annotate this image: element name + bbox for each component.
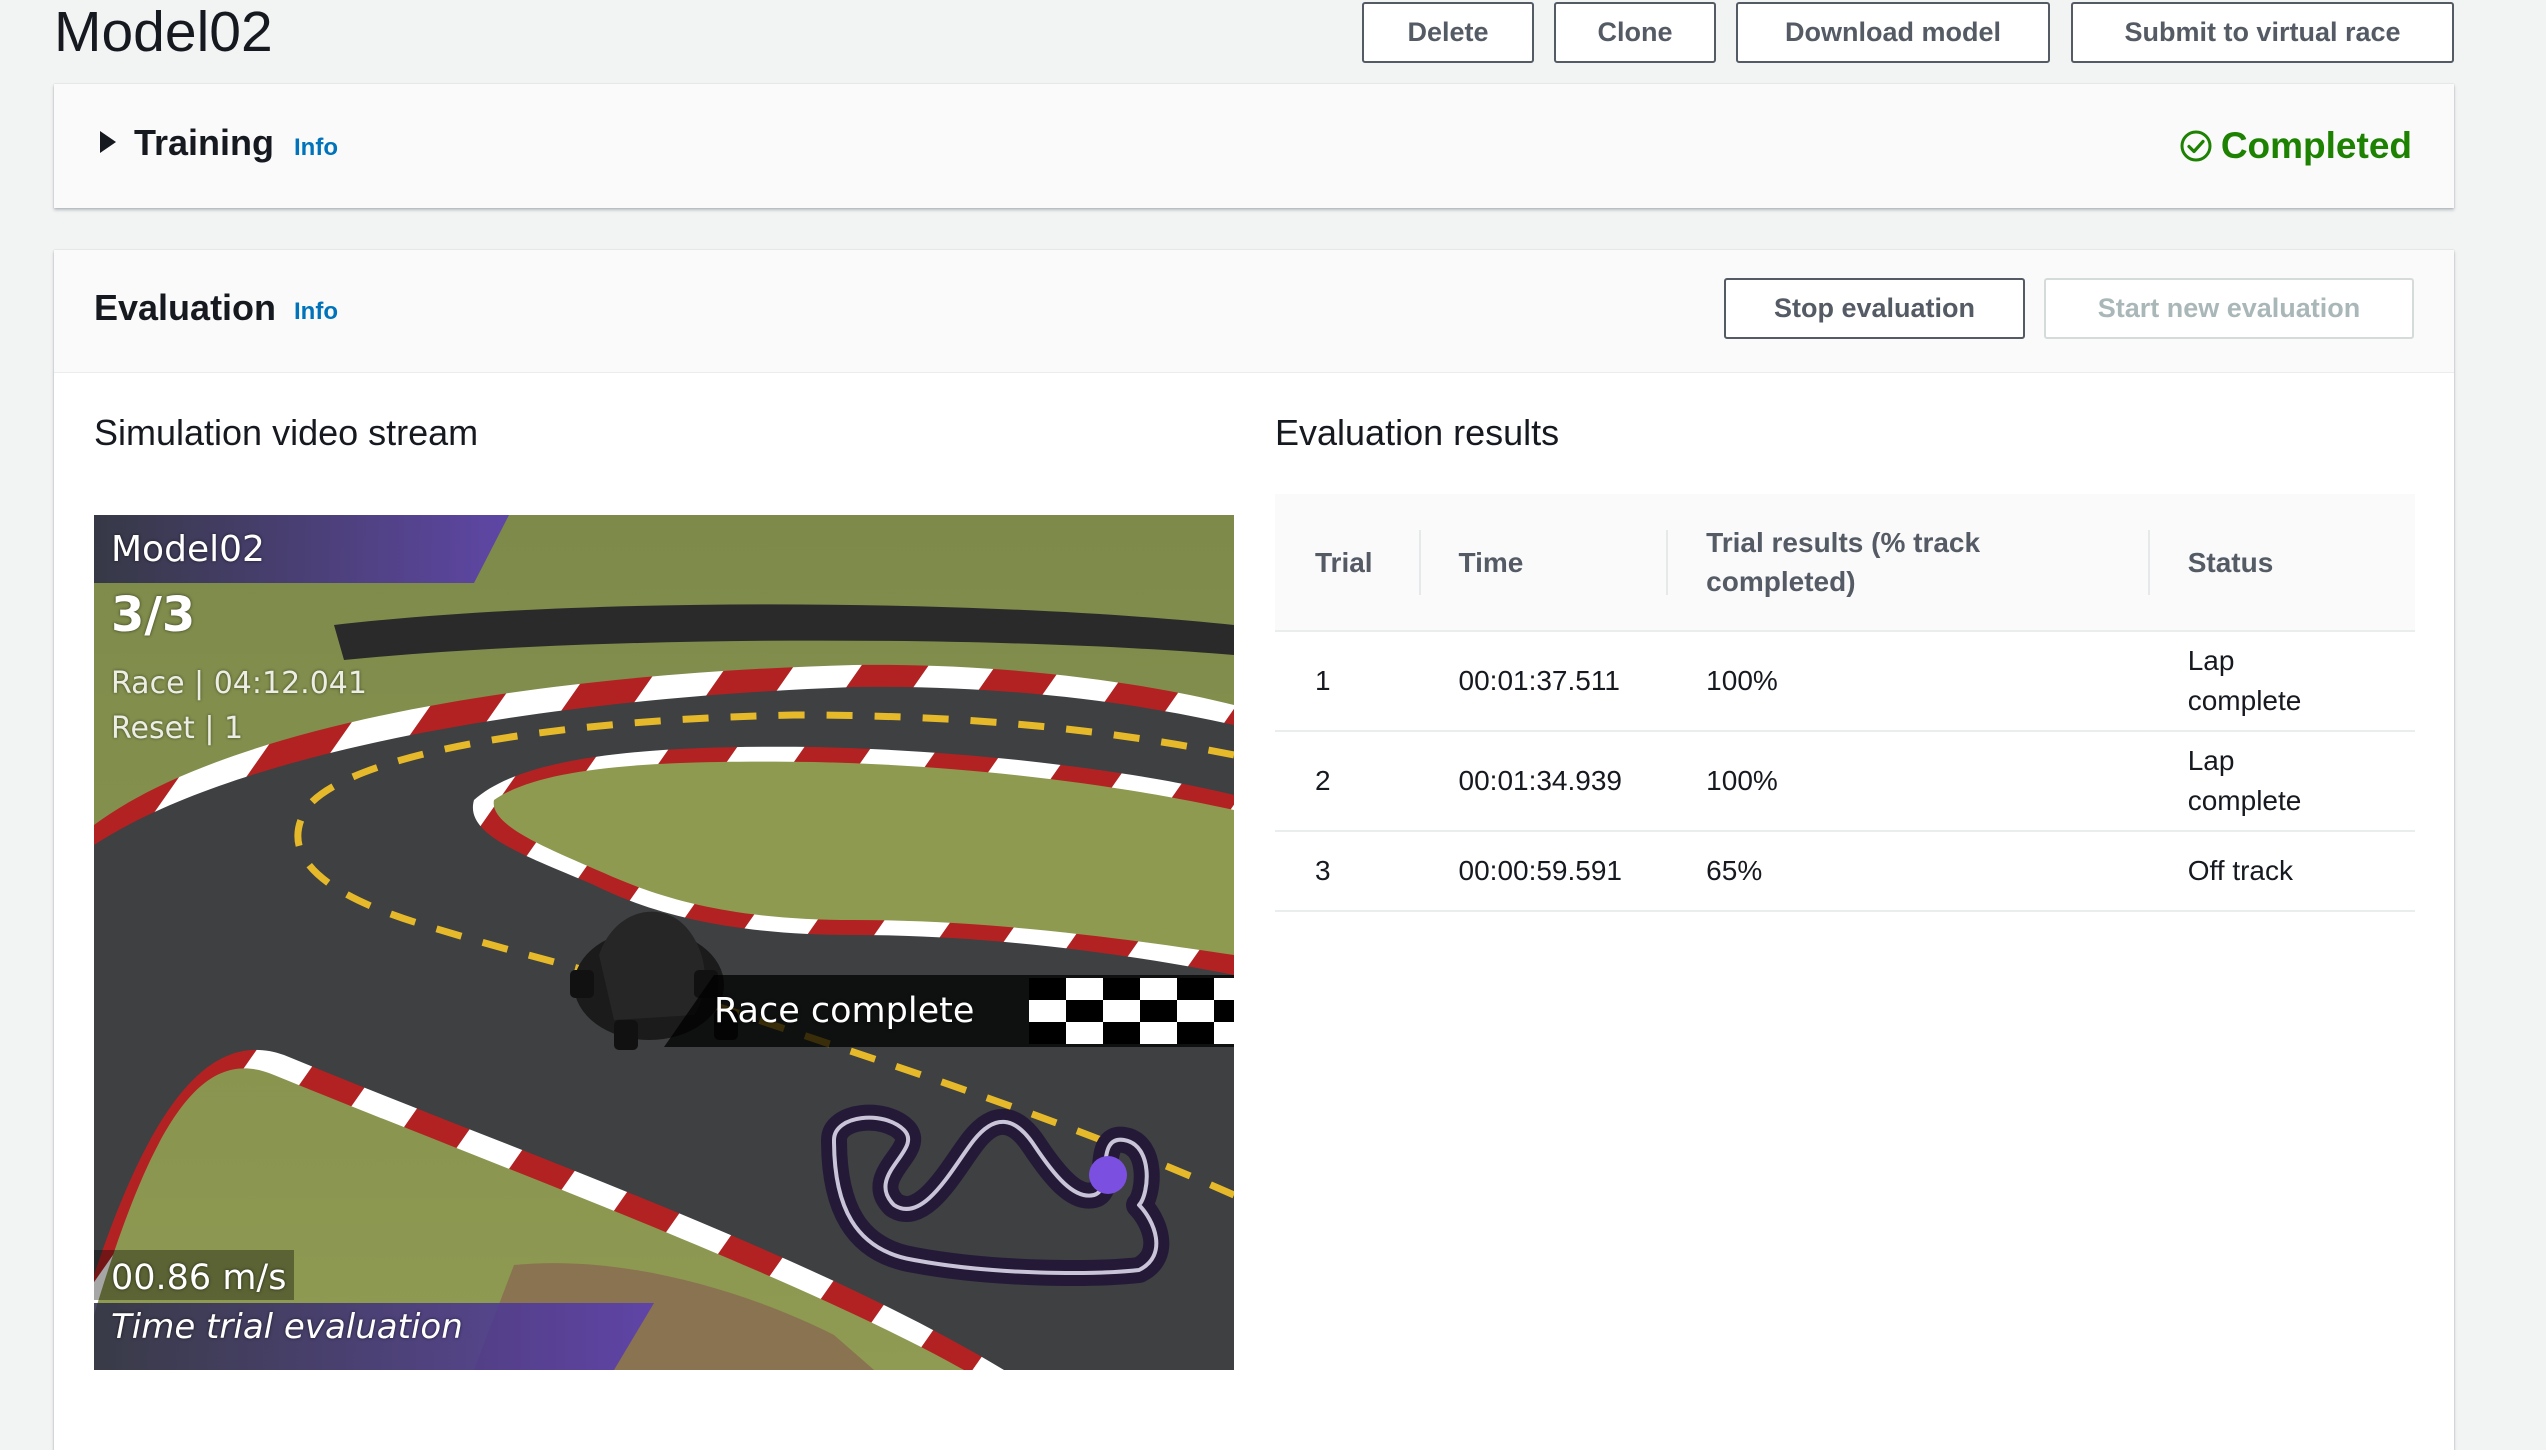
page-title: Model02 — [54, 0, 273, 64]
evaluation-info-link[interactable]: Info — [294, 298, 338, 326]
simulation-video[interactable]: Model02 3/3 Race | 04:12.041 Reset | 1 R… — [94, 515, 1234, 1370]
training-info-link[interactable]: Info — [294, 134, 338, 162]
checkered-flag-icon — [1029, 978, 1234, 1044]
start-new-evaluation-button: Start new evaluation — [2044, 278, 2414, 339]
car-position-marker — [1089, 1156, 1127, 1194]
status-cell: Off track — [2147, 830, 2415, 912]
hud-reset-count: Reset | 1 — [111, 711, 244, 746]
clone-button[interactable]: Clone — [1554, 2, 1716, 63]
evaluation-results-table: Trial Time Trial results (% track comple… — [1275, 494, 2415, 912]
status-cell: Lap complete — [2147, 730, 2415, 831]
status-text: Completed — [2220, 125, 2412, 166]
delete-button[interactable]: Delete — [1362, 2, 1534, 63]
training-panel: Training Info Completed — [54, 84, 2454, 208]
evaluation-heading: Evaluation — [94, 287, 277, 328]
check-circle-icon — [2180, 130, 2212, 162]
column-header-trial: Trial — [1275, 494, 1419, 631]
time-cell: 00:01:37.511 — [1418, 630, 1667, 731]
hud-speed: 00.86 m/s — [111, 1258, 287, 1298]
track-scene — [94, 515, 1234, 1370]
completed-cell: 100% — [1666, 630, 2148, 731]
time-cell: 00:00:59.591 — [1418, 830, 1667, 912]
stop-evaluation-button[interactable]: Stop evaluation — [1724, 278, 2025, 339]
completed-cell: 65% — [1666, 830, 2148, 912]
column-header-trial-results: Trial results (% track completed) — [1666, 494, 2148, 631]
download-model-button[interactable]: Download model — [1736, 2, 2050, 63]
column-header-status: Status — [2147, 494, 2415, 631]
results-section-title: Evaluation results — [1275, 412, 1560, 453]
column-header-time: Time — [1418, 494, 1667, 631]
submit-to-virtual-race-button[interactable]: Submit to virtual race — [2071, 2, 2454, 63]
trial-cell: 2 — [1275, 730, 1419, 831]
hud-race-time: Race | 04:12.041 — [111, 666, 367, 701]
table-header-row: Trial Time Trial results (% track comple… — [1275, 494, 2415, 631]
completed-cell: 100% — [1666, 730, 2148, 831]
caret-right-icon[interactable] — [100, 131, 116, 153]
training-status: Completed — [2179, 125, 2412, 167]
time-cell: 00:01:34.939 — [1418, 730, 1667, 831]
trial-cell: 3 — [1275, 830, 1419, 912]
hud-model-name: Model02 — [111, 529, 265, 570]
table-row: 3 00:00:59.591 65% Off track — [1275, 830, 2415, 912]
training-header[interactable]: Training Info Completed — [54, 84, 2454, 208]
evaluation-panel: Evaluation Info Stop evaluation Start ne… — [54, 250, 2454, 1450]
training-heading[interactable]: Training — [134, 122, 274, 164]
evaluation-header: Evaluation Info Stop evaluation Start ne… — [54, 250, 2454, 373]
hud-lap-counter: 3/3 — [111, 587, 196, 643]
hud-mode: Time trial evaluation — [111, 1307, 463, 1347]
video-section-title: Simulation video stream — [94, 412, 479, 453]
race-complete-text: Race complete — [714, 991, 975, 1031]
table-row: 1 00:01:37.511 100% Lap complete — [1275, 630, 2415, 731]
table-row: 2 00:01:34.939 100% Lap complete — [1275, 730, 2415, 831]
status-cell: Lap complete — [2147, 630, 2415, 731]
trial-cell: 1 — [1275, 630, 1419, 731]
